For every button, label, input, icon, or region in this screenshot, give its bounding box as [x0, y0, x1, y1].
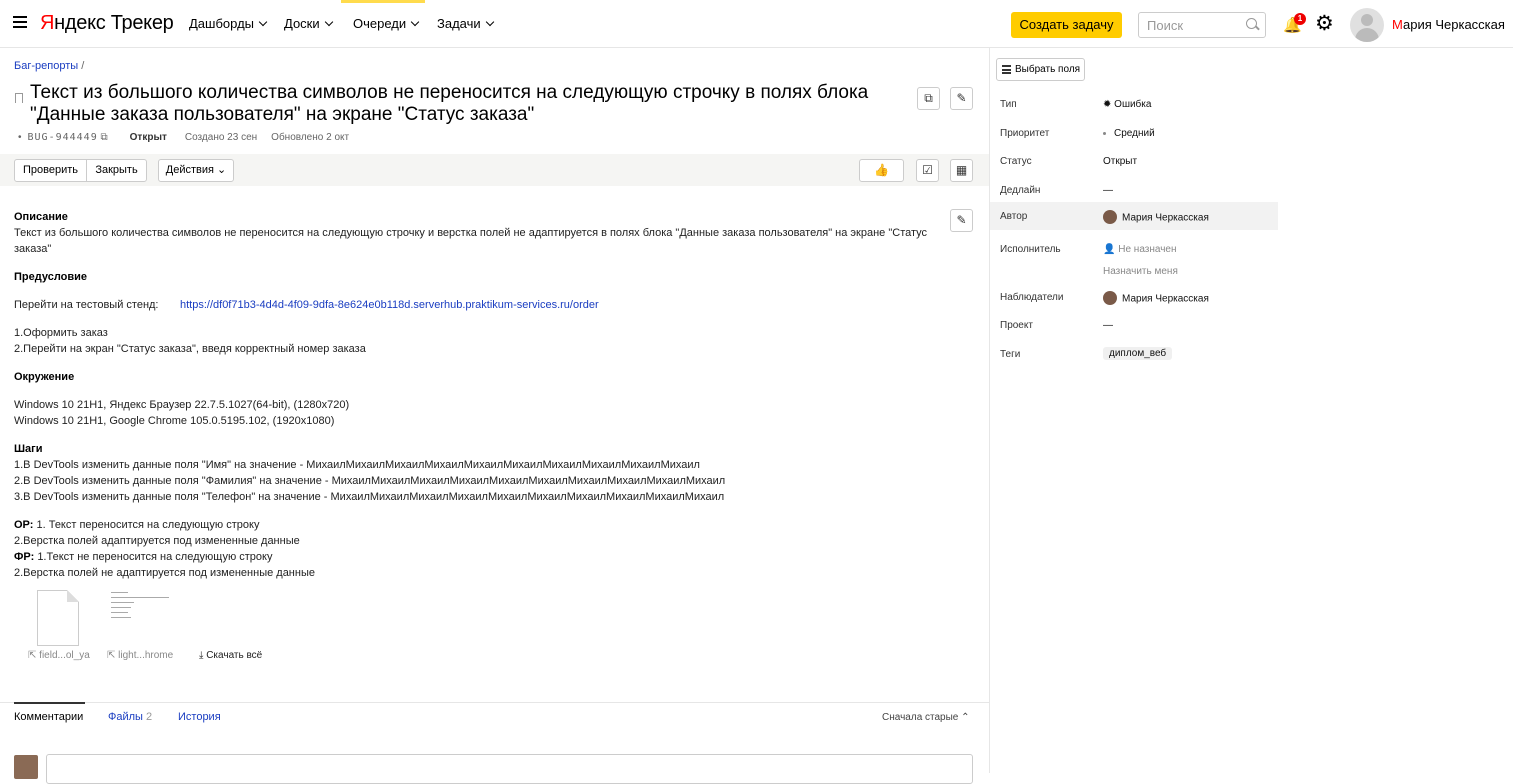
- chevron-down-icon: ⌄: [217, 164, 227, 176]
- search-icon[interactable]: [1246, 18, 1257, 29]
- environment-line: Windows 10 21H1, Google Chrome 105.0.519…: [14, 415, 335, 427]
- chevron-up-icon: ⌃: [961, 712, 970, 723]
- section-heading: Окружение: [14, 371, 75, 383]
- user-icon: 👤: [1103, 244, 1116, 255]
- tab-comments[interactable]: Комментарии: [14, 711, 83, 723]
- issue-main: Баг-репорты / Текст из большого количест…: [0, 48, 990, 784]
- field-status: Статус Открыт: [1000, 156, 1138, 167]
- logo[interactable]: Яндекс Трекер: [40, 12, 174, 35]
- copy-key-icon[interactable]: ⧉: [101, 132, 108, 143]
- pencil-icon: ✎: [956, 213, 967, 227]
- avatar[interactable]: [1350, 8, 1384, 42]
- attachment-thumbnail[interactable]: [111, 592, 169, 642]
- issue-title: Текст из большого количества символов не…: [30, 82, 869, 125]
- calendar-button[interactable]: ▦: [950, 159, 973, 182]
- issue-sidebar: Выбрать поля Тип ✹ Ошибка Приоритет Средни…: [990, 48, 1513, 773]
- gear-icon[interactable]: ⚙: [1315, 12, 1334, 36]
- field-priority: Приоритет Средний: [1000, 128, 1155, 139]
- chevron-down-icon: [485, 17, 494, 27]
- copy-button[interactable]: ⧉: [917, 87, 940, 110]
- field-author: Автор Мария Черкасская: [990, 202, 1278, 230]
- logo-text: ндекс Трекер: [54, 12, 174, 34]
- checklist-button[interactable]: ☑: [916, 159, 939, 182]
- thumbs-up-icon: 👍: [874, 163, 889, 177]
- create-task-button[interactable]: Создать задачу: [1011, 12, 1122, 38]
- nav-tasks[interactable]: Задачи: [437, 16, 494, 31]
- created-date: Создано 23 сен: [184, 132, 258, 143]
- field-project: Проект —: [1000, 320, 1113, 331]
- pencil-icon: ✎: [956, 91, 967, 105]
- file-icon[interactable]: [37, 590, 79, 646]
- tabs-divider: [0, 702, 989, 703]
- section-heading: Предусловие: [14, 271, 88, 283]
- stand-link[interactable]: https://df0f71b3-4d4d-4f09-9dfa-8e624e0b…: [180, 297, 599, 313]
- like-button[interactable]: 👍: [859, 159, 904, 182]
- stand-label: Перейти на тестовый стенд:: [14, 299, 159, 311]
- field-tags: Теги диплом_веб: [990, 341, 1278, 369]
- tab-history[interactable]: История: [178, 711, 221, 723]
- field-deadline: Дедлайн —: [1000, 185, 1113, 196]
- issue-meta: • BUG-944449 ⧉ Открыт Создано 23 сен Обновле…: [18, 132, 350, 143]
- nav-queues[interactable]: Очереди: [353, 16, 420, 31]
- close-button[interactable]: Закрыть: [86, 159, 147, 182]
- precondition-step: 2.Перейти на экран "Статус заказа", введ…: [14, 343, 366, 355]
- section-heading: Шаги: [14, 443, 43, 455]
- nav-boards[interactable]: Доски: [284, 16, 333, 31]
- download-icon: ⤓: [199, 650, 204, 661]
- check-button[interactable]: Проверить: [14, 159, 87, 182]
- download-all-button[interactable]: ⤓ Скачать всё: [199, 650, 262, 661]
- edit-title-button[interactable]: ✎: [950, 87, 973, 110]
- attachment-name[interactable]: ⇱ field...ol_ya: [28, 650, 90, 661]
- action-bar: Проверить Закрыть Действия ⌄ 👍 ☑ ▦: [0, 154, 989, 186]
- tag-chip: диплом_веб: [1103, 347, 1173, 360]
- section-heading: Описание: [14, 211, 68, 223]
- avatar: [14, 755, 38, 779]
- step-line: 1.В DevTools изменить данные поля "Имя" …: [14, 459, 700, 471]
- attachment-name[interactable]: ⇱ light...hrome: [107, 650, 173, 661]
- updated-date: Обновлено 2 окт: [271, 132, 350, 143]
- field-type: Тип ✹ Ошибка: [1000, 99, 1152, 110]
- logo-letter: Я: [40, 12, 55, 34]
- bookmark-icon[interactable]: [15, 93, 23, 103]
- status-text: Открыт: [129, 132, 167, 143]
- active-tab-indicator: [14, 702, 85, 704]
- actual-result: ФР: 1.Текст не переносится на следующую …: [14, 551, 273, 563]
- issue-key[interactable]: BUG-944449: [28, 132, 98, 143]
- step-line: 3.В DevTools изменить данные поля "Телеф…: [14, 491, 725, 503]
- chevron-down-icon: [324, 17, 333, 27]
- field-watchers: Наблюдатели Мария Черкасская: [1000, 291, 1209, 305]
- step-line: 2.В DevTools изменить данные поля "Фамил…: [14, 475, 726, 487]
- notification-badge: 1: [1294, 13, 1306, 25]
- priority-icon: [1103, 131, 1106, 135]
- actions-dropdown[interactable]: Действия ⌄: [158, 159, 234, 182]
- checkbox-icon: ☑: [922, 163, 933, 177]
- expected-result: ОР: 1. Текст переносится на следующую ст…: [14, 519, 260, 531]
- user-name[interactable]: Мария Черкасская: [1392, 17, 1505, 32]
- menu-icon[interactable]: [13, 16, 27, 28]
- top-header: Яндекс Трекер Дашборды Доски Очереди Зад…: [0, 0, 1513, 48]
- choose-fields-button[interactable]: Выбрать поля: [996, 58, 1085, 81]
- calendar-icon: ▦: [955, 163, 968, 177]
- chevron-down-icon: [258, 17, 268, 27]
- assign-me-link: Назначить меня: [1103, 266, 1178, 277]
- list-icon: [1002, 65, 1011, 74]
- copy-icon: ⧉: [924, 91, 933, 105]
- edit-description-button[interactable]: ✎: [950, 209, 973, 232]
- avatar: [1103, 210, 1117, 224]
- sort-toggle[interactable]: Сначала старые ⌃: [882, 712, 970, 723]
- precondition-step: 1.Оформить заказ: [14, 327, 108, 339]
- chevron-down-icon: [410, 17, 420, 27]
- expected-result: 2.Верстка полей адаптируется под изменен…: [14, 535, 300, 547]
- tab-files[interactable]: Файлы 2: [108, 711, 152, 723]
- nav-dashboards[interactable]: Дашборды: [189, 16, 268, 31]
- actual-result: 2.Верстка полей не адаптируется под изме…: [14, 567, 315, 579]
- avatar: [1103, 291, 1117, 305]
- environment-line: Windows 10 21H1, Яндекс Браузер 22.7.5.1…: [14, 399, 350, 411]
- description-text: Текст из большого количества символов не…: [14, 227, 928, 255]
- bug-icon: ✹: [1103, 99, 1112, 110]
- nav-active-indicator: [341, 0, 425, 3]
- comment-editor[interactable]: [46, 754, 973, 784]
- breadcrumb[interactable]: Баг-репорты /: [14, 60, 84, 72]
